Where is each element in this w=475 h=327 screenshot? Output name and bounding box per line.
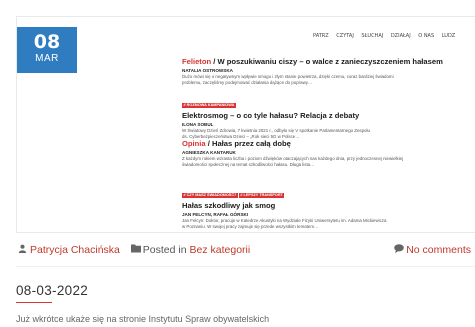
post-date: 08-03-2022 xyxy=(16,283,89,298)
post-meta-left: Patrycja Chacińska Posted in Bez kategor… xyxy=(18,244,250,256)
nav-item: DZIAŁAJ xyxy=(390,33,411,39)
article-tag: # ROZMOWA KAMPANIOWA xyxy=(182,103,236,108)
article-preview: Felieton / W poszukiwaniu ciszy – o walc… xyxy=(182,57,472,86)
article-title: Hałas szkodliwy jak smog xyxy=(182,201,276,210)
comments-link-wrap[interactable]: No comments xyxy=(394,244,471,256)
article-text: problemu, zaczęliśmy podejmować działani… xyxy=(182,80,313,85)
date-month: MAR xyxy=(35,53,59,64)
article-title: Elektrosmog – o co tyle hałasu? Relacja … xyxy=(182,111,360,120)
nav-item: PATRZ xyxy=(313,33,329,39)
date-underline xyxy=(16,302,52,303)
comments-link[interactable]: No comments xyxy=(406,244,471,256)
nav-item: CZYTAJ xyxy=(336,33,354,39)
date-day: 08 xyxy=(33,31,61,53)
article-preview: Opinia / Hałas przez całą dobę AGNIESZKA… xyxy=(182,139,472,168)
date-badge: 08 MAR xyxy=(17,27,77,73)
nav-item: O NAS xyxy=(418,33,435,39)
article-preview: # ROZMOWA KAMPANIOWA Elektrosmog – o co … xyxy=(182,93,472,140)
category-link[interactable]: Bez kategorii xyxy=(190,244,251,256)
author-link[interactable]: Patrycja Chacińska xyxy=(30,244,120,256)
article-title: Felieton / W poszukiwaniu ciszy – o walc… xyxy=(182,57,443,66)
divider xyxy=(16,266,475,267)
posted-in-label: Posted in xyxy=(142,244,187,256)
article-tag: # CZY MASZ ŚWIADOMOŚĆ? xyxy=(182,193,238,198)
user-icon xyxy=(18,244,30,256)
post-meta: Patrycja Chacińska Posted in Bez kategor… xyxy=(16,240,475,260)
post-excerpt: Już wkrótce ukaże się na stronie Instytu… xyxy=(16,314,270,324)
nav-item: LUDZ xyxy=(441,33,456,39)
folder-icon xyxy=(130,244,143,256)
article-text: świadomości społecznej na temat szkodliw… xyxy=(182,162,315,167)
screenshot-nav: PATRZ CZYTAJ SŁUCHAJ DZIAŁAJ O NAS LUDZ xyxy=(313,33,461,39)
article-title: Opinia / Hałas przez całą dobę xyxy=(182,139,291,148)
article-tag: # LEPSZY TRANSPORT xyxy=(238,193,285,198)
post-featured-image[interactable]: 08 MAR PATRZ CZYTAJ SŁUCHAJ DZIAŁAJ O NA… xyxy=(16,16,475,233)
article-preview: # CZY MASZ ŚWIADOMOŚĆ? # LEPSZY TRANSPORT… xyxy=(182,183,472,230)
comment-icon xyxy=(394,244,406,256)
article-text: w Poznaniu. W swojej pracy zajmuje się p… xyxy=(182,224,319,229)
nav-item: SŁUCHAJ xyxy=(361,33,384,39)
